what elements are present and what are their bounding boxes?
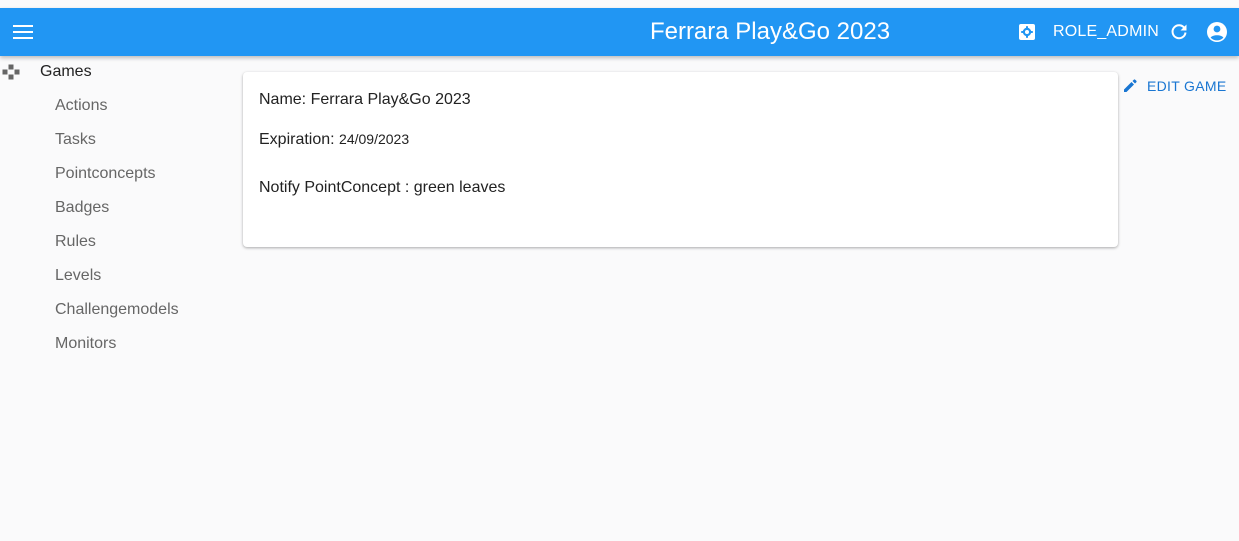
refresh-button[interactable] [1167, 20, 1191, 44]
notify-pointconcept-value: green leaves [413, 179, 506, 196]
game-expiration-value: 24/09/2023 [339, 131, 410, 147]
sidebar-item-challengemodels[interactable]: Challengemodels [55, 300, 179, 334]
settings-button[interactable] [1015, 20, 1039, 44]
game-expiration-label: Expiration: [259, 131, 335, 148]
sidebar-item-rules[interactable]: Rules [55, 232, 179, 266]
menu-icon [13, 25, 33, 39]
game-details-card: Name: Ferrara Play&Go 2023 Expiration: 2… [243, 72, 1118, 247]
game-name-value: Ferrara Play&Go 2023 [310, 91, 471, 108]
app-bar: Ferrara Play&Go 2023 ROLE_ADMIN [0, 8, 1239, 56]
sidebar-item-levels[interactable]: Levels [55, 266, 179, 300]
notify-pointconcept-label: Notify PointConcept : [259, 179, 410, 196]
app-bar-actions: ROLE_ADMIN [1015, 8, 1229, 56]
notify-pointconcept-row: Notify PointConcept : green leaves [259, 179, 505, 197]
game-name-row: Name: Ferrara Play&Go 2023 [259, 91, 471, 109]
account-circle-icon [1207, 22, 1227, 42]
gamepad-icon [2, 64, 20, 80]
role-label: ROLE_ADMIN [1052, 23, 1159, 40]
sidebar-item-badges[interactable]: Badges [55, 198, 179, 232]
sidebar-item-label: Games [40, 63, 92, 80]
edit-game-label: EDIT GAME [1147, 78, 1227, 94]
page: Ferrara Play&Go 2023 ROLE_ADMIN Games Ac… [0, 0, 1239, 541]
account-button[interactable] [1205, 20, 1229, 44]
pencil-icon [1124, 79, 1137, 92]
sidebar-item-tasks[interactable]: Tasks [55, 130, 179, 164]
menu-button[interactable] [10, 20, 36, 44]
game-name-label: Name: [259, 91, 307, 108]
refresh-icon [1171, 24, 1187, 40]
sidebar-item-monitors[interactable]: Monitors [55, 334, 179, 368]
edit-game-button[interactable]: EDIT GAME [1122, 76, 1226, 96]
settings-icon [1018, 24, 1035, 40]
sidebar-item-actions[interactable]: Actions [55, 96, 179, 130]
game-expiration-row: Expiration: 24/09/2023 [259, 131, 409, 149]
sidebar-item-pointconcepts[interactable]: Pointconcepts [55, 164, 179, 198]
sidebar-subnav: Actions Tasks Pointconcepts Badges Rules… [55, 96, 179, 368]
app-title: Ferrara Play&Go 2023 [649, 18, 891, 45]
